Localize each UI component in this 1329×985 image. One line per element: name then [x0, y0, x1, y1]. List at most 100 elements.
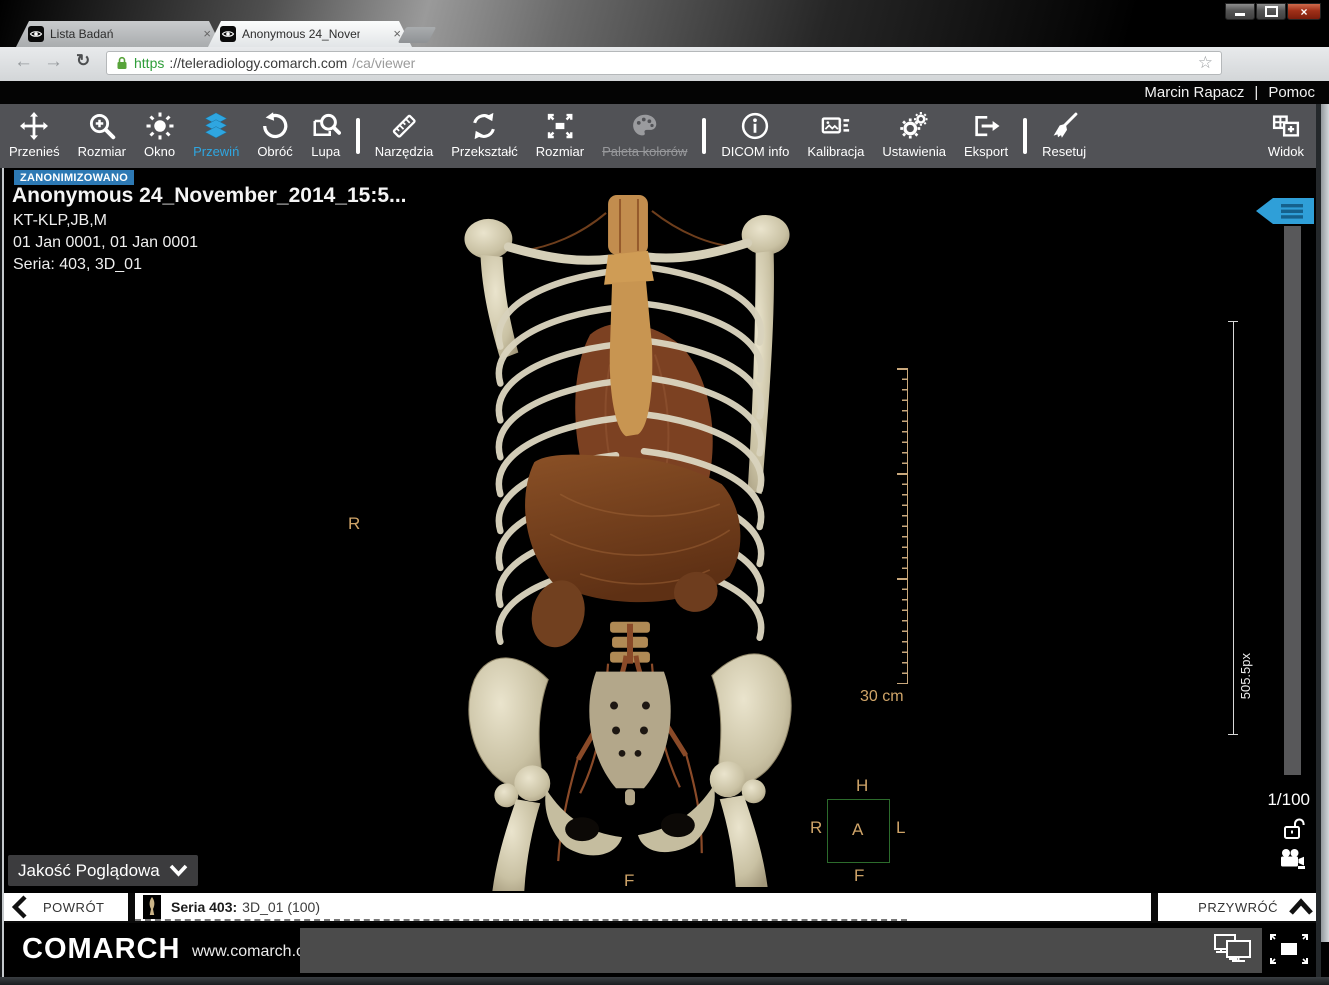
- maximize-icon: [1265, 6, 1278, 17]
- move-icon: [19, 111, 49, 141]
- toolbar-button-narzedzia[interactable]: Narzędzia: [366, 104, 443, 168]
- info-icon: [740, 111, 770, 141]
- unlock-icon[interactable]: [1282, 816, 1309, 842]
- window-edge: [0, 977, 1329, 985]
- study-info: KT-KLP,JB,M: [13, 212, 107, 230]
- close-icon: ×: [1300, 7, 1307, 17]
- pixel-bracket: [1233, 322, 1234, 734]
- toolbar-button-obroc[interactable]: Obróć: [248, 104, 301, 168]
- series-label: Seria: 403, 3D_01: [13, 256, 142, 274]
- cube-right: L: [896, 818, 905, 838]
- stack-scrollbar-thumb[interactable]: [1284, 226, 1301, 775]
- quality-dropdown[interactable]: Jakość Poglądowa: [8, 855, 198, 886]
- ruler-icon: [389, 111, 419, 141]
- footer-tray: [300, 928, 1262, 973]
- toolbar-button-paleta-kolorow: Paleta kolorów: [593, 104, 696, 168]
- side-panel-toggle-icon[interactable]: [1256, 196, 1314, 226]
- zoom-in-icon: [87, 111, 117, 141]
- pixel-height-label: 505.5px: [1238, 653, 1253, 699]
- tab-close-icon[interactable]: ×: [200, 28, 214, 40]
- cube-left: R: [810, 818, 822, 838]
- orientation-marker-right: R: [348, 514, 360, 534]
- toolbar-button-przewin[interactable]: Przewiń: [184, 104, 248, 168]
- minimize-button[interactable]: [1225, 3, 1255, 20]
- export-icon: [971, 111, 1001, 141]
- reload-button[interactable]: ↻: [76, 51, 90, 71]
- toolbar-button-rozmiar-fit[interactable]: Rozmiar: [527, 104, 593, 168]
- restore-label: PRZYWRÓĆ: [1198, 900, 1278, 915]
- toolbar-button-resetuj[interactable]: Resetuj: [1033, 104, 1095, 168]
- toolbar-button-dicom-info[interactable]: DICOM info: [712, 104, 798, 168]
- user-strip-separator: |: [1254, 84, 1258, 101]
- window-level-sun-icon: [145, 111, 175, 141]
- bookmark-star-icon[interactable]: ☆: [1198, 53, 1213, 73]
- browser-navbar: ← → ↻ https ://teleradiology.comarch.com /…: [0, 47, 1329, 82]
- back-label: POWRÓT: [43, 900, 105, 915]
- ssl-lock-icon: [115, 55, 129, 71]
- image-viewport: ZANONIMIZOWANO Anonymous 24_November_201…: [0, 168, 1329, 893]
- toolbar-button-widok[interactable]: Widok: [1259, 104, 1313, 168]
- toolbar-button-rozmiar-zoom[interactable]: Rozmiar: [69, 104, 135, 168]
- series-tab[interactable]: Seria 403: 3D_01 (100): [135, 893, 1151, 921]
- fit-size-icon: [545, 111, 575, 141]
- url-path: /ca/viewer: [352, 55, 415, 71]
- magnifier-region-icon: [311, 111, 341, 141]
- orientation-cube: H R A L F: [810, 776, 908, 890]
- layout-add-icon: [1271, 111, 1301, 141]
- user-strip: Marcin Rapacz | Pomoc: [0, 81, 1329, 104]
- cube-bottom: F: [854, 866, 864, 886]
- eye-favicon-icon: [220, 26, 236, 42]
- scale-ruler: [896, 368, 908, 684]
- back-to-list-button[interactable]: POWRÓT: [4, 893, 128, 921]
- toolbar-button-lupa[interactable]: Lupa: [302, 104, 350, 168]
- cube-center: A: [852, 820, 863, 840]
- series-detail: 3D_01 (100): [242, 899, 320, 915]
- toolbar-button-ustawienia[interactable]: Ustawienia: [873, 104, 955, 168]
- fullscreen-icon[interactable]: [1268, 932, 1310, 966]
- chevron-up-icon: [1288, 898, 1314, 916]
- toolbar-separator: [702, 118, 706, 154]
- study-title: Anonymous 24_November_2014_15:5...: [12, 184, 407, 208]
- window-controls: ×: [1225, 3, 1321, 20]
- toolbar-button-okno[interactable]: Okno: [135, 104, 184, 168]
- tab-label: Anonymous 24_Novembe: [242, 27, 360, 41]
- chevron-left-icon: [12, 895, 27, 919]
- gears-icon: [899, 111, 929, 141]
- transform-icon: [469, 111, 499, 141]
- browser-tab-lista-badan[interactable]: Lista Badań ×: [16, 21, 222, 47]
- toolbar-button-przeksztalc[interactable]: Przekształć: [442, 104, 526, 168]
- series-selected-underline: [135, 919, 907, 921]
- browser-tab-anonymous[interactable]: Anonymous 24_Novembe ×: [208, 21, 412, 47]
- orientation-marker-foot: F: [624, 871, 634, 891]
- url-scheme: https: [134, 55, 164, 71]
- address-bar[interactable]: https ://teleradiology.comarch.com/ca/vie…: [106, 51, 1222, 75]
- forward-button[interactable]: →: [44, 51, 63, 73]
- toolbar-separator: [356, 118, 360, 154]
- study-dates: 01 Jan 0001, 01 Jan 0001: [13, 234, 198, 252]
- back-button[interactable]: ←: [14, 51, 33, 73]
- url-host: ://teleradiology.comarch.com: [169, 55, 347, 71]
- toolbar-button-przenies[interactable]: Przenieś: [0, 104, 69, 168]
- ct-3d-volume-render[interactable]: [430, 195, 830, 893]
- palette-icon: [630, 111, 660, 141]
- close-button[interactable]: ×: [1287, 3, 1321, 20]
- pixel-bracket-cap: [1228, 321, 1238, 322]
- toolbar-button-kalibracja[interactable]: Kalibracja: [798, 104, 873, 168]
- calibration-icon: [821, 111, 851, 141]
- restore-button[interactable]: PRZYWRÓĆ: [1158, 893, 1320, 921]
- new-tab-button[interactable]: [398, 27, 437, 43]
- window-edge: [1321, 104, 1329, 942]
- minimize-icon: [1235, 13, 1245, 16]
- viewer-toolbar: Przenieś Rozmiar Okno Przewiń Obróć Lupa…: [0, 104, 1329, 168]
- dual-monitor-icon[interactable]: [1212, 932, 1254, 966]
- rotate-icon: [260, 111, 290, 141]
- scale-ruler-label: 30 cm: [860, 688, 904, 706]
- toolbar-separator: [1023, 118, 1027, 154]
- toolbar-button-eksport[interactable]: Eksport: [955, 104, 1017, 168]
- eye-favicon-icon: [28, 26, 44, 42]
- cine-camera-icon[interactable]: [1278, 847, 1308, 872]
- help-link[interactable]: Pomoc: [1268, 84, 1315, 101]
- quality-dropdown-value: Jakość Poglądowa: [18, 861, 160, 881]
- maximize-button[interactable]: [1256, 3, 1286, 20]
- comarch-logo: COMARCH: [22, 933, 180, 966]
